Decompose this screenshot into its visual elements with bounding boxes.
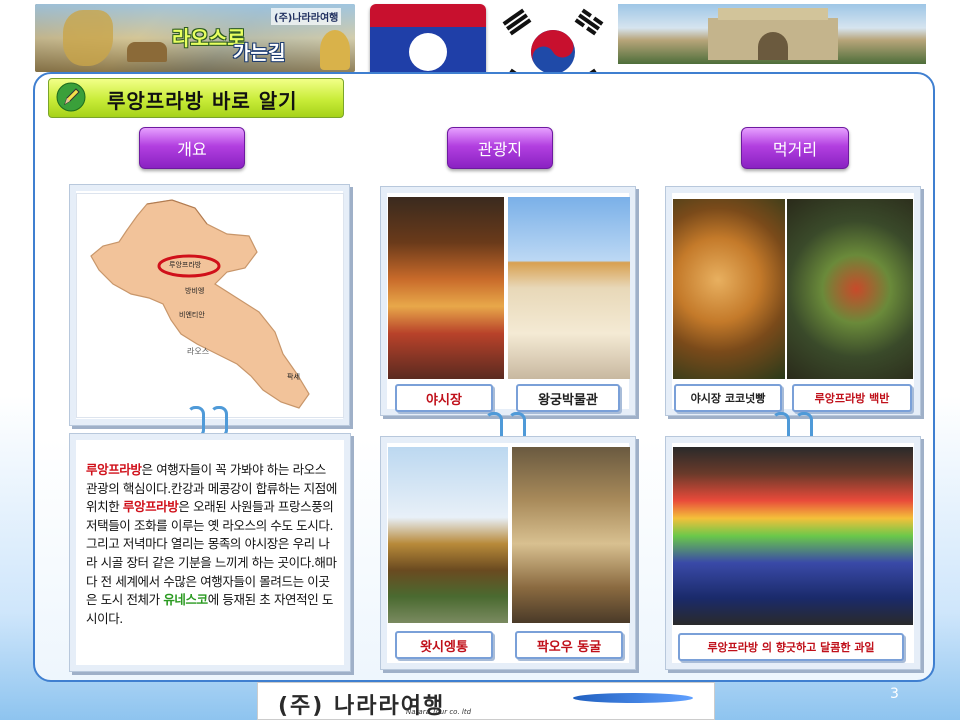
caption-pak-ou-cave: 팍오우 동굴 [515, 631, 623, 659]
caption-royal-palace: 왕궁박물관 [516, 384, 620, 412]
attractions-card-top: 야시장 왕궁박물관 [380, 186, 636, 416]
section-title-bar: 루앙프라방 바로 알기 [48, 78, 344, 118]
map-label-city: 루앙프라방 [169, 261, 202, 269]
swoosh-icon [573, 693, 693, 703]
map-label-country: 라오스 [187, 347, 210, 356]
wat-xieng-thong-photo [388, 447, 508, 623]
map-graphic [63, 10, 113, 66]
banner-title-2: 가는길 [233, 42, 286, 64]
tab-food[interactable]: 먹거리 [741, 127, 849, 169]
food-card-top: 야시장 코코넛빵 루앙프라방 백반 [665, 186, 921, 416]
attractions-card-bottom: 왓시엥통 팍오우 동굴 [380, 436, 636, 670]
caption-coconut-bread: 야시장 코코넛빵 [674, 384, 782, 412]
food-card-bottom: 루앙프라방 의 향긋하고 달콤한 과일 [665, 436, 921, 670]
luang-prabang-meal-photo [787, 199, 913, 379]
description-card: 루앙프라방은 여행자들이 꼭 가봐야 하는 라오스 관광의 핵심이다.칸강과 메… [69, 433, 351, 672]
map-label-vientiane: 비엔티안 [179, 311, 205, 319]
tab-attractions[interactable]: 관광지 [447, 127, 553, 169]
caption-meal: 루앙프라방 백반 [792, 384, 912, 412]
map-card: 루앙프라방 방비엥 비엔티안 라오스 팍세 [69, 184, 350, 426]
pak-ou-cave-photo [512, 447, 630, 623]
fruit-shakes-photo [673, 447, 913, 625]
footer-logo: (주) 나라라여행 Narara Tour co. ltd [257, 682, 715, 720]
coconut-bread-photo [673, 199, 785, 379]
pencil-icon [56, 82, 86, 112]
header-banner: (주)나라라여행 라오스로 가는길 [35, 4, 355, 72]
stupa-graphic [320, 30, 350, 70]
section-title: 루앙프라방 바로 알기 [107, 89, 298, 113]
vehicle-graphic [127, 42, 167, 62]
footer-logo-sub: Narara Tour co. ltd [406, 708, 472, 716]
description-text: 루앙프라방은 여행자들이 꼭 가봐야 하는 라오스 관광의 핵심이다.칸강과 메… [86, 462, 337, 626]
royal-palace-photo [508, 197, 630, 379]
tab-overview[interactable]: 개요 [139, 127, 245, 169]
caption-night-market: 야시장 [395, 384, 493, 412]
temple-banner [618, 4, 926, 64]
night-market-photo [388, 197, 504, 379]
caption-fruit: 루앙프라방 의 향긋하고 달콤한 과일 [678, 633, 904, 661]
laos-map [90, 199, 310, 409]
page-number: 3 [890, 686, 899, 702]
caption-wat-xieng-thong: 왓시엥통 [395, 631, 493, 659]
map-label-pakse: 팍세 [287, 373, 300, 381]
map-label-vangvieng: 방비엥 [185, 287, 205, 295]
banner-logo: (주)나라라여행 [271, 8, 342, 25]
